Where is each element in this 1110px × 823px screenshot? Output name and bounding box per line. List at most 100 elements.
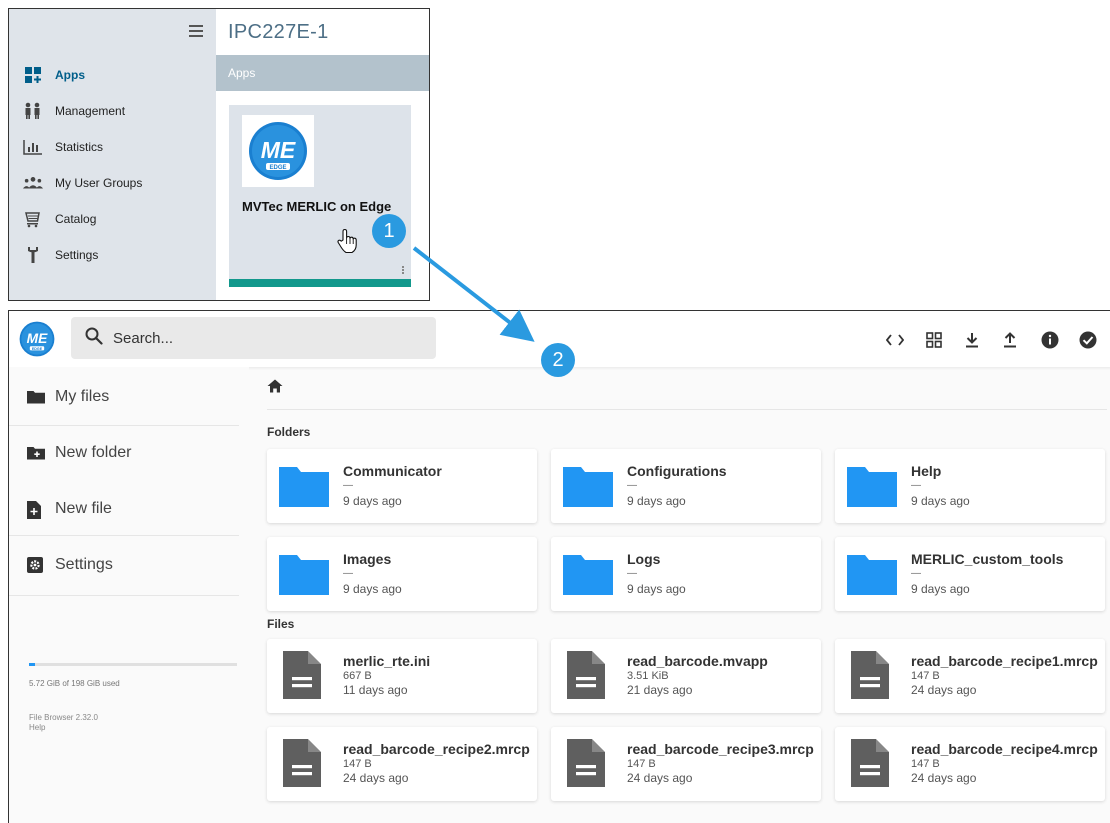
folder-modified: 9 days ago — [343, 582, 402, 596]
user-groups-icon — [23, 174, 43, 192]
sidebar-item-catalog[interactable]: Catalog — [9, 201, 216, 237]
file-name: read_barcode.mvapp — [627, 653, 768, 669]
version-text: File Browser 2.32.0 — [29, 713, 98, 722]
sidebar-item-new-file[interactable]: New file — [9, 481, 239, 537]
storage-usage-bar — [29, 663, 237, 666]
file-browser-sidebar: My files New folder New file Settings 5.… — [9, 367, 249, 823]
folder-card[interactable]: Images — 9 days ago — [267, 537, 537, 611]
sidebar-divider — [9, 535, 239, 536]
file-name: read_barcode_recipe3.mrcp — [627, 741, 814, 757]
download-icon[interactable] — [961, 329, 983, 351]
statistics-chart-icon — [23, 138, 43, 156]
folder-modified: 9 days ago — [627, 582, 686, 596]
select-check-icon[interactable] — [1077, 329, 1099, 351]
file-card[interactable]: read_barcode_recipe4.mrcp 147 B 24 days ag… — [835, 727, 1105, 801]
folder-modified: 9 days ago — [627, 494, 686, 508]
sidebar-item-label: New folder — [55, 444, 132, 461]
folder-icon — [847, 463, 897, 512]
file-icon — [851, 651, 889, 704]
settings-gear-icon — [27, 557, 45, 573]
sidebar-item-label: Apps — [55, 68, 85, 82]
folder-name: Configurations — [627, 463, 727, 479]
sidebar-item-settings[interactable]: Settings — [9, 237, 216, 273]
help-link[interactable]: Help — [29, 723, 98, 733]
app-tile-merlic[interactable]: ME EDGE MVTec MERLIC on Edge — [229, 105, 411, 287]
section-title-files: Files — [267, 617, 295, 631]
file-size: 667 B — [343, 670, 372, 682]
folder-icon — [279, 463, 329, 512]
merlic-edge-logo: ME EDGE — [242, 115, 314, 187]
file-size: 147 B — [627, 758, 656, 770]
sidebar-item-my-user-groups[interactable]: My User Groups — [9, 165, 216, 201]
sidebar-item-apps[interactable]: Apps — [9, 57, 216, 93]
step-callout-2: 2 — [541, 343, 575, 377]
folder-card[interactable]: Configurations — 9 days ago — [551, 449, 821, 523]
hamburger-menu-icon[interactable] — [189, 25, 203, 37]
folder-size: — — [343, 568, 353, 579]
file-card[interactable]: read_barcode_recipe1.mrcp 147 B 24 days ag… — [835, 639, 1105, 713]
folder-name: Help — [911, 463, 942, 479]
folder-size: — — [911, 480, 921, 491]
folder-size: — — [911, 568, 921, 579]
file-name: read_barcode_recipe4.mrcp — [911, 741, 1098, 757]
folder-icon — [563, 551, 613, 600]
home-icon[interactable] — [267, 379, 283, 397]
sidebar-item-label: Catalog — [55, 212, 97, 226]
upload-icon[interactable] — [999, 329, 1021, 351]
file-name: read_barcode_recipe1.mrcp — [911, 653, 1098, 669]
app-tile-name: MVTec MERLIC on Edge — [242, 199, 392, 214]
folder-name: MERLIC_custom_tools — [911, 551, 1064, 567]
sidebar-item-label: Statistics — [55, 140, 104, 154]
hand-pointer-icon — [336, 228, 358, 259]
folder-card[interactable]: MERLIC_custom_tools — 9 days ago — [835, 537, 1105, 611]
storage-usage-text: 5.72 GiB of 198 GiB used — [29, 679, 120, 688]
info-icon[interactable] — [1039, 329, 1061, 351]
ied-main-area: IPC227E-1 Apps ME EDGE MVTec MERLIC on E… — [216, 9, 429, 300]
file-size: 147 B — [911, 758, 940, 770]
file-card[interactable]: read_barcode.mvapp 3.51 KiB 21 days ago — [551, 639, 821, 713]
search-bar[interactable] — [71, 317, 436, 359]
file-size: 3.51 KiB — [627, 670, 669, 682]
storage-usage-fill — [29, 663, 36, 666]
file-card[interactable]: merlic_rte.ini 667 B 11 days ago — [267, 639, 537, 713]
more-options-icon[interactable] — [402, 266, 405, 275]
file-browser-main: Folders Communicator —9 days ago Configura… — [259, 367, 1110, 823]
sidebar-divider — [9, 595, 239, 596]
sidebar-item-new-folder[interactable]: New folder — [9, 425, 239, 481]
new-folder-icon — [27, 445, 45, 461]
file-icon — [851, 739, 889, 792]
sidebar-item-label: Settings — [55, 248, 99, 262]
sidebar-item-management[interactable]: Management — [9, 93, 216, 129]
section-bar-label: Apps — [228, 66, 256, 80]
code-toggle-icon[interactable] — [884, 329, 906, 351]
search-input[interactable] — [113, 329, 413, 347]
file-modified: 24 days ago — [627, 771, 693, 785]
app-tile-status-bar — [229, 279, 411, 287]
catalog-cart-icon — [23, 210, 43, 228]
folder-icon — [279, 551, 329, 600]
sidebar-item-my-files[interactable]: My files — [9, 369, 239, 425]
file-modified: 24 days ago — [343, 771, 409, 785]
file-card[interactable]: read_barcode_recipe2.mrcp 147 B 24 days ag… — [267, 727, 537, 801]
folder-card[interactable]: Help — 9 days ago — [835, 449, 1105, 523]
page-title: IPC227E-1 — [228, 21, 329, 43]
file-name: read_barcode_recipe2.mrcp — [343, 741, 530, 757]
merlic-edge-logo[interactable]: ME EDGE — [19, 321, 55, 357]
sidebar-item-label: Management — [55, 104, 126, 118]
apps-grid-icon — [23, 66, 43, 84]
sidebar-item-statistics[interactable]: Statistics — [9, 129, 216, 165]
file-browser-window: ME EDGE Search... My files New folder Ne… — [8, 310, 1110, 823]
ied-sidebar: Apps Management Statistics My User Group… — [9, 9, 216, 300]
folder-card[interactable]: Logs — 9 days ago — [551, 537, 821, 611]
sidebar-item-settings[interactable]: Settings — [9, 537, 239, 593]
grid-view-icon[interactable] — [923, 329, 945, 351]
management-people-icon — [23, 102, 43, 120]
file-card[interactable]: read_barcode_recipe3.mrcp 147 B 24 days ag… — [551, 727, 821, 801]
file-icon — [283, 651, 321, 704]
file-name: merlic_rte.ini — [343, 653, 431, 669]
svg-text:ME: ME — [27, 331, 48, 346]
folder-card[interactable]: Communicator — 9 days ago — [267, 449, 537, 523]
folder-name: Images — [343, 551, 392, 567]
file-icon — [567, 651, 605, 704]
file-modified: 24 days ago — [911, 683, 977, 697]
